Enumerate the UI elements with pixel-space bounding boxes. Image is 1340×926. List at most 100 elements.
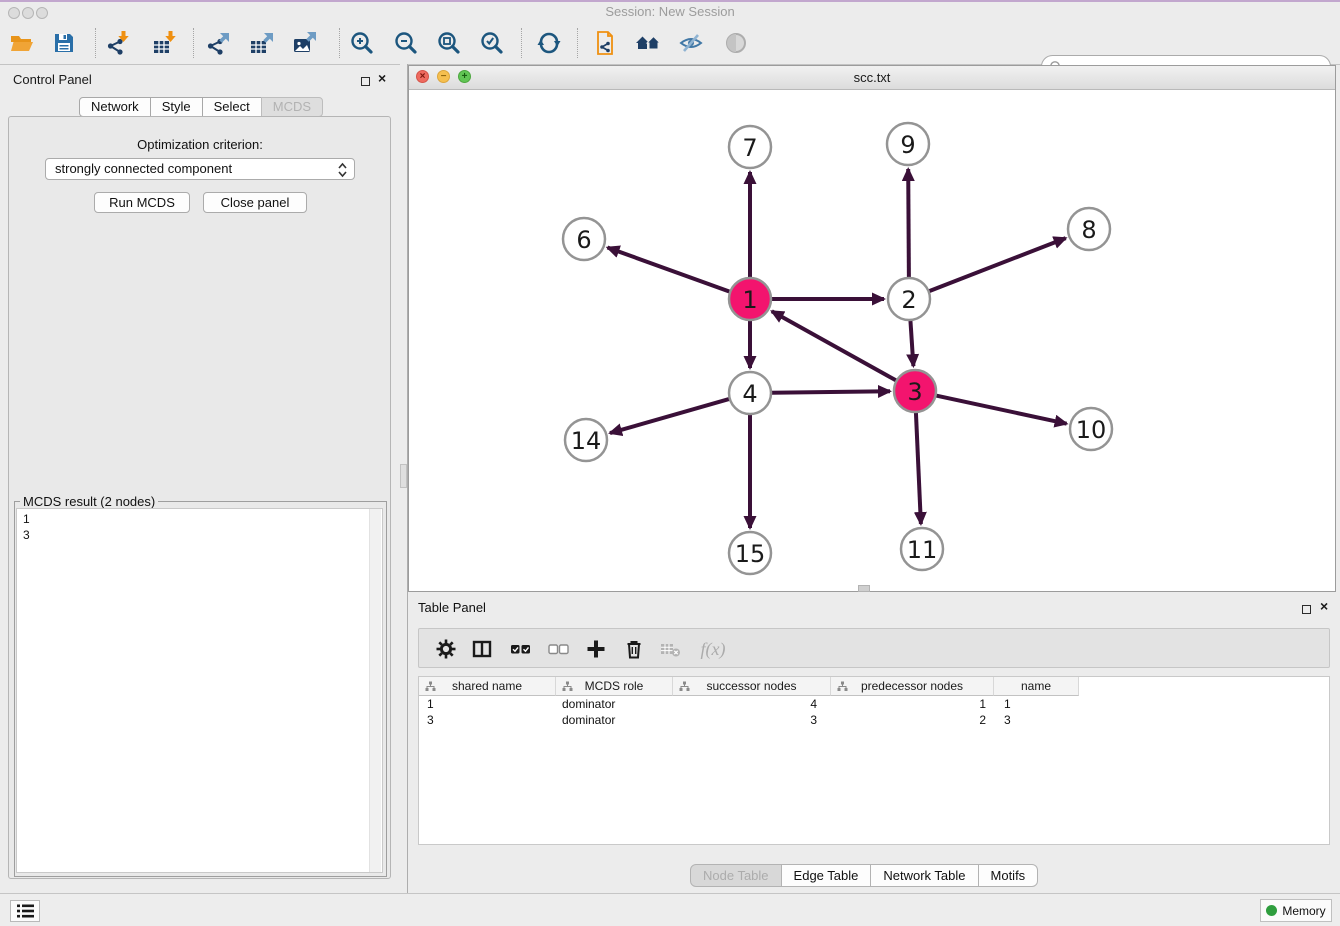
titlebar-accent-strip [0,0,1340,2]
view-maximize-icon[interactable]: + [458,70,471,83]
tab-node-table[interactable]: Node Table [690,864,782,887]
add-row-button[interactable] [583,637,609,661]
memory-status-icon [1266,905,1277,916]
graph-edge-4-3[interactable] [771,391,890,392]
network-graph[interactable]: 7968124314101511 [409,89,1335,591]
table-cell[interactable]: 4 [673,696,831,712]
delete-table-button-disabled [657,637,683,661]
table-cell[interactable]: 3 [673,712,831,728]
column-header-name[interactable]: name [994,677,1079,696]
toolbar-divider [339,28,340,58]
network-window-titlebar[interactable]: scc.txt × − + [409,66,1335,90]
toolbar-divider [95,28,96,58]
zoom-in-button[interactable] [345,28,379,58]
result-scrollbar[interactable] [369,509,381,872]
zoom-in-icon [349,30,375,56]
disabled-eye-icon [723,30,749,56]
close-panel-icon[interactable]: × [378,73,386,83]
control-panel-title: Control Panel [13,72,92,87]
graph-edge-3-10[interactable] [936,395,1067,423]
table-row[interactable]: 1dominator411 [419,696,1329,712]
graph-edge-2-9[interactable] [908,169,909,278]
graph-node-label: 6 [576,226,591,254]
toolbar-divider [193,28,194,58]
table-cell[interactable]: 1 [419,696,556,712]
checked-boxes-icon [510,639,531,659]
create-network-view-button[interactable] [587,28,621,58]
import-table-icon [152,30,178,56]
memory-button[interactable]: Memory [1260,899,1332,922]
zoom-fit-button[interactable] [432,28,466,58]
graph-edge-3-11[interactable] [916,412,921,524]
table-cell[interactable]: 1 [831,696,994,712]
graph-node-label: 3 [907,378,922,406]
export-network-button[interactable] [201,28,235,58]
table-cell[interactable]: 3 [419,712,556,728]
import-table-button[interactable] [148,28,182,58]
column-layout-button[interactable] [469,637,495,661]
optimization-criterion-select[interactable]: strongly connected component [45,158,355,180]
table-toolbar: f(x) [418,628,1330,668]
export-table-button[interactable] [245,28,279,58]
graph-edge-4-14[interactable] [610,399,730,433]
column-header-mcds-role[interactable]: MCDS role [556,677,673,696]
toolbar-divider [577,28,578,58]
columns-icon [472,639,492,659]
import-network-button[interactable] [101,28,135,58]
save-session-button[interactable] [47,28,81,58]
tab-select[interactable]: Select [202,97,262,117]
close-panel-button[interactable]: Close panel [203,192,307,213]
mcds-result-title: MCDS result (2 nodes) [20,494,158,509]
view-resize-handle[interactable] [858,585,870,592]
export-network-icon [205,30,231,56]
tab-network[interactable]: Network [79,97,151,117]
show-all-views-button[interactable] [631,28,665,58]
panel-splitter[interactable] [400,64,408,893]
table-cell[interactable]: dominator [556,712,673,728]
task-history-button[interactable] [10,900,40,922]
column-settings-button[interactable] [433,637,459,661]
graph-edge-2-3[interactable] [910,320,913,366]
deselect-all-button[interactable] [545,637,571,661]
export-image-button[interactable] [288,28,322,58]
network-canvas[interactable]: 7968124314101511 [409,89,1335,591]
zoom-out-button[interactable] [389,28,423,58]
select-all-button[interactable] [507,637,533,661]
table-row[interactable]: 3dominator323 [419,712,1329,728]
zoom-out-icon [393,30,419,56]
close-table-panel-icon[interactable]: × [1320,601,1328,611]
plus-icon [586,639,606,659]
table-cell[interactable]: 1 [994,696,1079,712]
column-header-predecessor-nodes[interactable]: predecessor nodes [831,677,994,696]
float-table-panel-icon[interactable] [1302,601,1311,619]
column-header-shared-name[interactable]: shared name [419,677,556,696]
open-file-button[interactable] [5,28,39,58]
graph-edge-1-6[interactable] [608,248,731,292]
graph-edge-3-1[interactable] [772,311,897,381]
splitter-handle[interactable] [400,464,407,488]
tab-network-table[interactable]: Network Table [870,864,978,887]
gear-icon [435,638,457,660]
view-minimize-icon[interactable]: − [437,70,450,83]
graph-node-label: 11 [907,536,938,564]
run-mcds-button[interactable]: Run MCDS [94,192,190,213]
graph-edge-2-8[interactable] [929,238,1066,291]
tab-edge-table[interactable]: Edge Table [781,864,872,887]
hide-view-button[interactable] [674,28,708,58]
graph-node-label: 1 [742,286,757,314]
float-panel-icon[interactable] [361,73,370,91]
delete-row-button[interactable] [621,637,647,661]
list-icon [16,903,35,919]
zoom-selected-button[interactable] [475,28,509,58]
refresh-layout-button[interactable] [532,28,566,58]
table-cell[interactable]: dominator [556,696,673,712]
tab-style[interactable]: Style [150,97,203,117]
tab-motifs[interactable]: Motifs [978,864,1039,887]
column-header-successor-nodes[interactable]: successor nodes [673,677,831,696]
graph-node-label: 14 [571,427,602,455]
view-close-icon[interactable]: × [416,70,429,83]
tab-mcds[interactable]: MCDS [261,97,323,117]
column-type-icon [679,681,690,692]
table-cell[interactable]: 2 [831,712,994,728]
table-cell[interactable]: 3 [994,712,1079,728]
